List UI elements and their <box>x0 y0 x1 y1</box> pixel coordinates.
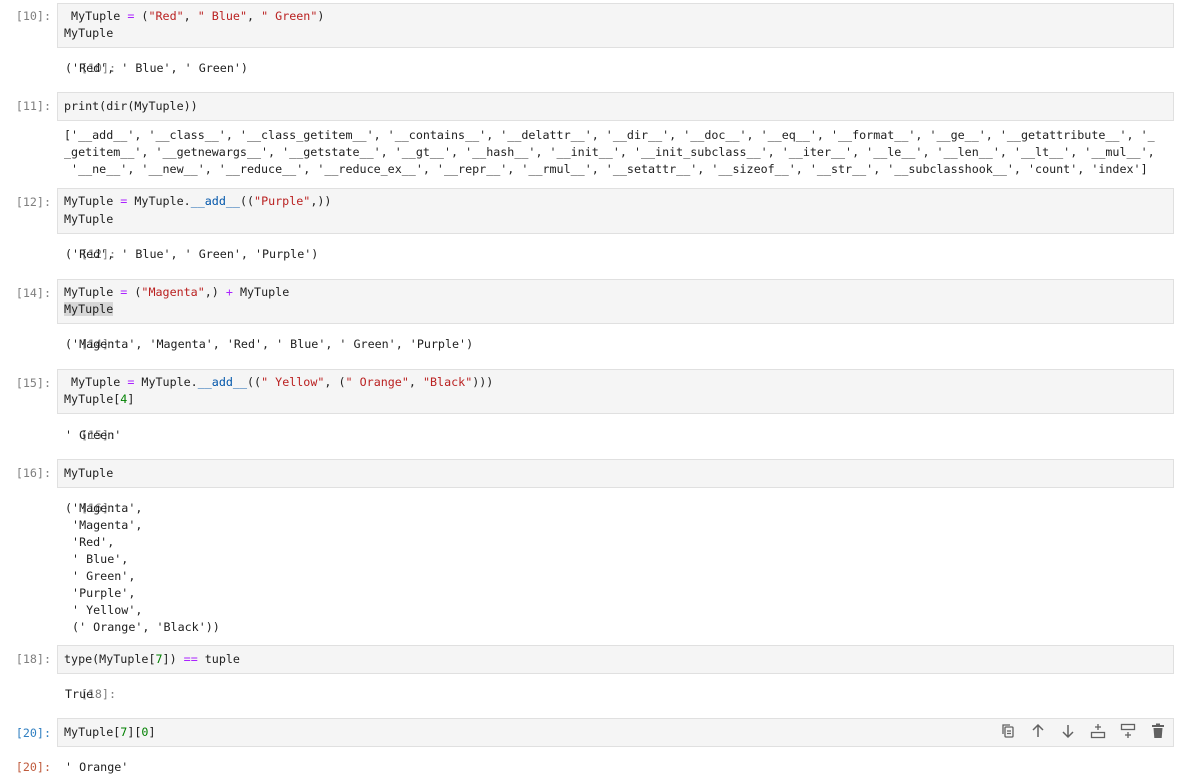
output-text: ' Orange' <box>65 760 129 774</box>
output-text: ['__add__', '__class__', '__class_getite… <box>64 128 1155 142</box>
insert-above-icon[interactable] <box>1119 722 1137 740</box>
output-text: ' Green' <box>65 428 122 442</box>
move-down-icon[interactable] <box>1059 722 1077 740</box>
code-line: MyTuple <box>64 26 114 40</box>
output-text: ('Red', ' Blue', ' Green', 'Purple') <box>65 247 319 261</box>
copy-icon[interactable] <box>999 722 1017 740</box>
code-line: print(dir(MyTuple)) <box>64 99 198 113</box>
code-cell[interactable] <box>57 92 1174 121</box>
input-prompt: [14]: <box>15 286 51 300</box>
output-text: (' Orange', 'Black')) <box>65 620 220 634</box>
code-cell[interactable] <box>57 459 1174 488</box>
code-line: MyTuple = ("Magenta",) + MyTuple <box>64 285 290 299</box>
output-text: '__ne__', '__new__', '__reduce__', '__re… <box>64 162 1148 176</box>
code-line: MyTuple = ("Red", " Blue", " Green") <box>64 9 325 23</box>
input-prompt: [11]: <box>15 99 51 113</box>
cell-toolbar <box>999 722 1167 740</box>
input-prompt: [12]: <box>15 195 51 209</box>
code-line: MyTuple = MyTuple.__add__((" Yellow", ("… <box>64 375 494 389</box>
output-text: ' Blue', <box>65 552 129 566</box>
input-prompt: [20]: <box>15 726 51 740</box>
delete-icon[interactable] <box>1149 722 1167 740</box>
output-prompt: [20]: <box>15 760 51 774</box>
code-line: MyTuple[7][0] <box>64 725 156 739</box>
output-text: True <box>65 687 94 701</box>
output-text: ('Magenta', 'Magenta', 'Red', ' Blue', '… <box>65 337 474 351</box>
output-text: 'Red', <box>65 535 115 549</box>
code-line: MyTuple <box>64 466 114 480</box>
output-text: 'Purple', <box>65 586 136 600</box>
output-text: ' Green', <box>65 569 136 583</box>
output-text: _getitem__', '__getnewargs__', '__getsta… <box>64 145 1155 159</box>
output-text: ' Yellow', <box>65 603 143 617</box>
code-line: MyTuple[4] <box>64 392 135 406</box>
code-line: type(MyTuple[7]) == tuple <box>64 652 240 666</box>
code-line: MyTuple <box>64 212 114 226</box>
code-line: MyTuple = MyTuple.__add__(("Purple",)) <box>64 194 332 208</box>
input-prompt: [16]: <box>15 466 51 480</box>
input-prompt: [15]: <box>15 376 51 390</box>
insert-below-icon[interactable] <box>1089 722 1107 740</box>
move-up-icon[interactable] <box>1029 722 1047 740</box>
input-prompt: [18]: <box>15 652 51 666</box>
code-line: MyTuple <box>64 302 114 316</box>
input-prompt: [10]: <box>15 9 51 23</box>
output-text: 'Magenta', <box>65 518 143 532</box>
output-text: ('Magenta', <box>65 501 143 515</box>
output-text: ('Red', ' Blue', ' Green') <box>65 61 248 75</box>
